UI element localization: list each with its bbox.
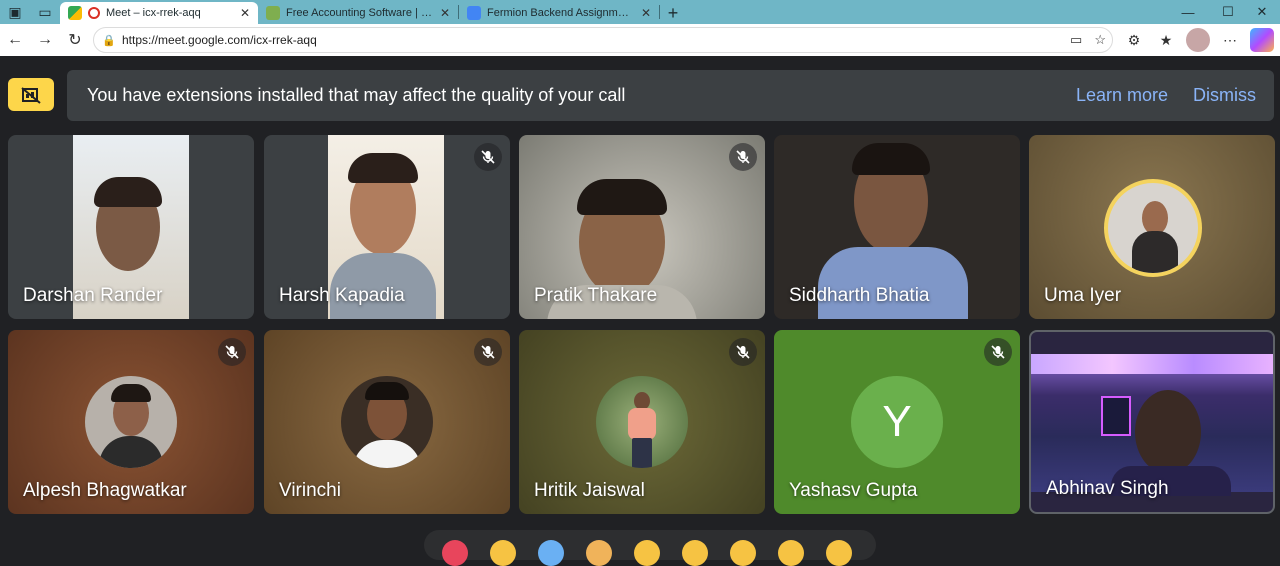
participant-avatar xyxy=(85,376,177,468)
heart-reaction-icon[interactable] xyxy=(442,540,468,566)
participant-tile[interactable]: Abhinav Singh xyxy=(1029,330,1275,514)
participant-avatar xyxy=(1104,179,1202,277)
copilot-logo xyxy=(1250,28,1274,52)
tab-gnucash[interactable]: Free Accounting Software | GnuC ✕ xyxy=(258,2,458,24)
address-field[interactable]: 🔒 https://meet.google.com/icx-rrek-aqq ▭… xyxy=(93,27,1113,53)
participant-hair xyxy=(365,382,409,400)
participant-name: Virinchi xyxy=(279,480,341,501)
participant-name: Alpesh Bhagwatkar xyxy=(23,480,187,501)
muted-mic-icon xyxy=(729,338,757,366)
banner-message: You have extensions installed that may a… xyxy=(87,85,626,105)
thinking-reaction-icon[interactable] xyxy=(778,540,804,566)
participant-tile[interactable]: Siddharth Bhatia xyxy=(774,135,1020,319)
participant-tile[interactable]: Virinchi xyxy=(264,330,510,514)
profile-icon[interactable] xyxy=(1186,28,1210,52)
reload-button[interactable]: ↻ xyxy=(60,25,90,55)
participant-hair xyxy=(852,143,930,175)
participant-name: Harsh Kapadia xyxy=(279,285,405,306)
close-tab-icon[interactable]: ✕ xyxy=(641,6,651,20)
site-info-icon[interactable]: 🔒 xyxy=(102,33,116,47)
muted-mic-icon xyxy=(474,143,502,171)
participant-hair xyxy=(94,177,162,207)
participant-hair xyxy=(348,153,418,183)
close-tab-icon[interactable]: ✕ xyxy=(240,6,250,20)
camera-in-use-icon[interactable]: ▭ xyxy=(1070,32,1082,48)
participant-hair xyxy=(577,179,667,215)
close-window-button[interactable]: ✕ xyxy=(1242,0,1280,24)
learn-more-link[interactable]: Learn more xyxy=(1076,85,1168,106)
party-reaction-icon[interactable] xyxy=(538,540,564,566)
muted-mic-icon xyxy=(984,338,1012,366)
extensions-banner: You have extensions installed that may a… xyxy=(67,70,1274,121)
dismiss-button[interactable]: Dismiss xyxy=(1193,85,1256,106)
participant-name: Darshan Rander xyxy=(23,285,163,306)
muted-mic-icon xyxy=(474,338,502,366)
reactions-bar xyxy=(424,530,876,566)
participant-tile[interactable]: Darshan Rander xyxy=(8,135,254,319)
profile-avatar xyxy=(1186,28,1210,52)
thumbs-up-reaction-icon[interactable] xyxy=(490,540,516,566)
back-button[interactable]: ← xyxy=(0,25,30,55)
participant-avatar xyxy=(341,376,433,468)
participant-hair xyxy=(111,384,151,402)
participant-face xyxy=(1135,390,1201,474)
tab-meet[interactable]: Meet – icx-rrek-aqq ✕ xyxy=(60,2,258,24)
participant-tile[interactable]: Uma Iyer xyxy=(1029,135,1275,319)
participant-name: Pratik Thakare xyxy=(534,285,658,306)
muted-mic-icon xyxy=(729,143,757,171)
tab-docs[interactable]: Fermion Backend Assignment - G ✕ xyxy=(459,2,659,24)
participant-tile[interactable]: Y Yashasv Gupta xyxy=(774,330,1020,514)
minimize-button[interactable]: — xyxy=(1168,0,1208,24)
address-toolbar: ← → ↻ 🔒 https://meet.google.com/icx-rrek… xyxy=(0,24,1280,56)
favorite-star-icon[interactable]: ☆ xyxy=(1094,32,1106,48)
tab-bar: ▣ ▭ Meet – icx-rrek-aqq ✕ Free Accountin… xyxy=(0,0,1280,24)
participant-avatar xyxy=(596,376,688,468)
forward-button[interactable]: → xyxy=(30,25,60,55)
video-ceiling-lights xyxy=(1031,354,1273,374)
participant-tile[interactable]: Alpesh Bhagwatkar xyxy=(8,330,254,514)
extension-warning-icon xyxy=(8,78,54,111)
participant-name: Abhinav Singh xyxy=(1046,478,1169,499)
new-tab-button[interactable]: + xyxy=(660,2,686,24)
participant-shirt xyxy=(99,436,163,468)
participant-shirt xyxy=(818,247,968,319)
participant-tile[interactable]: Harsh Kapadia xyxy=(264,135,510,319)
participant-name: Hritik Jaiswal xyxy=(534,480,645,501)
sad-reaction-icon[interactable] xyxy=(730,540,756,566)
thumbs-down-reaction-icon[interactable] xyxy=(826,540,852,566)
participant-tile[interactable]: Hritik Jaiswal xyxy=(519,330,765,514)
tab-label: Meet – icx-rrek-aqq xyxy=(106,7,201,19)
participant-shirt xyxy=(353,440,421,468)
extensions-icon[interactable]: ⚙ xyxy=(1122,28,1146,52)
tab-label: Fermion Backend Assignment - G xyxy=(487,7,635,19)
tab-label: Free Accounting Software | GnuC xyxy=(286,7,434,19)
more-menu-icon[interactable]: ⋯ xyxy=(1218,28,1242,52)
laugh-reaction-icon[interactable] xyxy=(634,540,660,566)
gnucash-favicon-icon xyxy=(266,6,280,20)
docs-favicon-icon xyxy=(467,6,481,20)
participant-outfit xyxy=(1132,231,1178,273)
participant-shirt xyxy=(628,408,656,440)
muted-mic-icon xyxy=(218,338,246,366)
participant-initial-avatar: Y xyxy=(851,376,943,468)
recording-icon xyxy=(88,7,100,19)
participant-name: Yashasv Gupta xyxy=(789,480,918,501)
close-tab-icon[interactable]: ✕ xyxy=(440,6,450,20)
surprised-reaction-icon[interactable] xyxy=(682,540,708,566)
participant-name: Siddharth Bhatia xyxy=(789,285,930,306)
clap-reaction-icon[interactable] xyxy=(586,540,612,566)
participant-name: Uma Iyer xyxy=(1044,285,1122,306)
copilot-icon[interactable] xyxy=(1250,28,1274,52)
participant-tile[interactable]: Pratik Thakare xyxy=(519,135,765,319)
participant-pants xyxy=(632,438,652,468)
favorites-icon[interactable]: ★ xyxy=(1154,28,1178,52)
video-monitor xyxy=(1101,396,1131,436)
meet-favicon-icon xyxy=(68,6,82,20)
participant-face xyxy=(1142,201,1168,235)
url-text[interactable]: https://meet.google.com/icx-rrek-aqq xyxy=(122,33,317,47)
workspaces-icon[interactable]: ▣ xyxy=(0,0,30,24)
tab-actions-icon[interactable]: ▭ xyxy=(30,0,60,24)
